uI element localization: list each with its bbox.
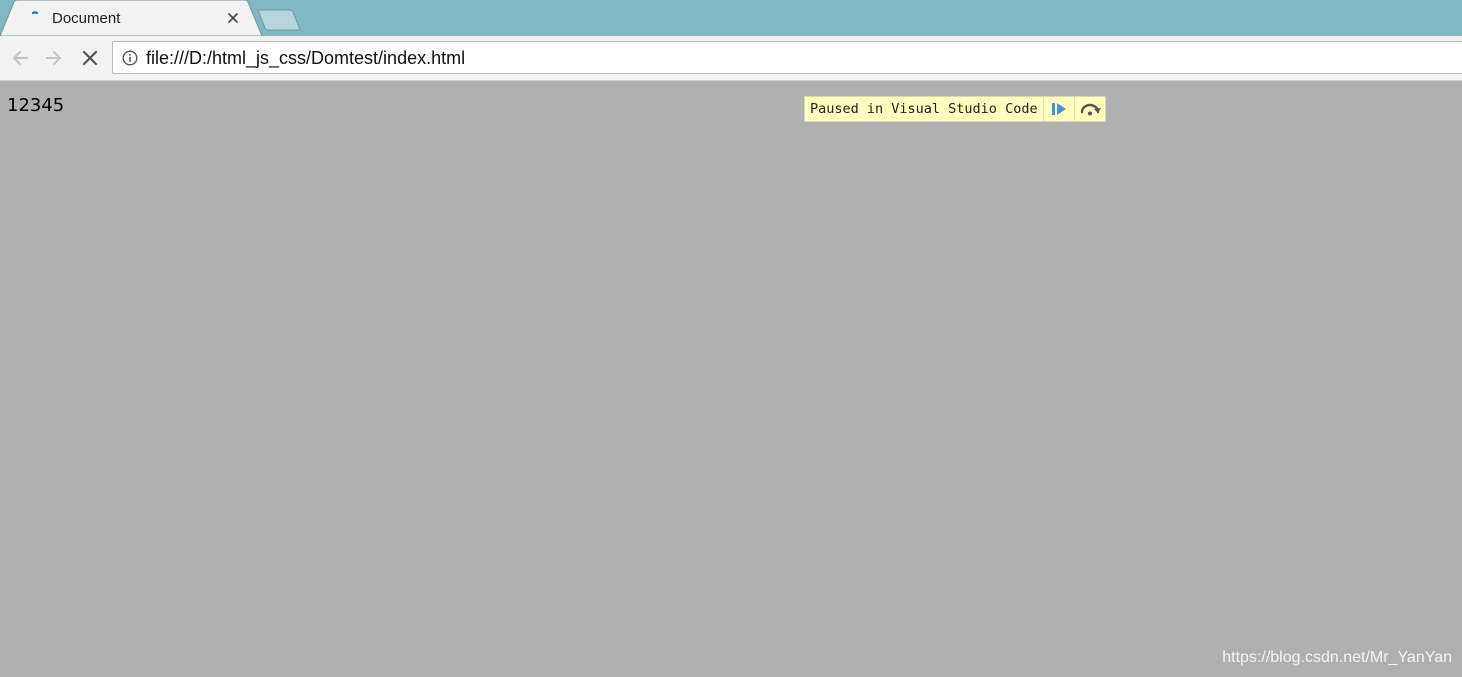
browser-toolbar: file:///D:/html_js_css/Domtest/index.htm…: [0, 36, 1462, 81]
stop-x-icon[interactable]: [79, 47, 101, 69]
arrow-left-icon[interactable]: [9, 47, 31, 69]
debugger-message: Paused in Visual Studio Code: [810, 101, 1038, 117]
tab-document[interactable]: Document: [0, 0, 262, 36]
browser-window: Document file:///D:/html_js_css/Domtest/…: [0, 0, 1462, 677]
arrow-right-icon[interactable]: [43, 47, 65, 69]
tab-strip: Document: [0, 0, 1462, 36]
url-text[interactable]: file:///D:/html_js_css/Domtest/index.htm…: [146, 48, 465, 68]
new-tab-button[interactable]: [256, 8, 302, 32]
page-content-text: 12345: [7, 95, 65, 116]
step-over-button[interactable]: [1073, 97, 1105, 121]
close-icon[interactable]: [224, 9, 242, 27]
address-bar[interactable]: file:///D:/html_js_css/Domtest/index.htm…: [112, 41, 1462, 74]
info-circle-icon[interactable]: [122, 50, 138, 66]
loading-spinner-icon: [31, 11, 39, 15]
debugger-paused-overlay: Paused in Visual Studio Code: [804, 96, 1106, 122]
tab-title: Document: [52, 10, 121, 27]
resume-button[interactable]: [1042, 97, 1074, 121]
watermark-text: https://blog.csdn.net/Mr_YanYan: [1222, 649, 1452, 666]
step-over-icon: [1080, 103, 1101, 116]
resume-play-icon: [1051, 103, 1066, 115]
